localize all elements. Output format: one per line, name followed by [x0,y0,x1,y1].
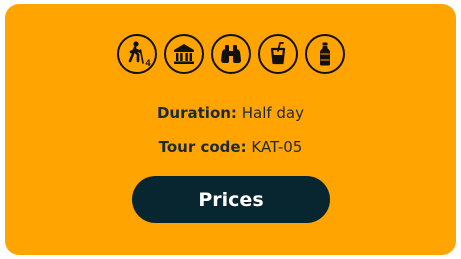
duration-value: Half day [241,104,304,122]
water-bottle-icon [304,34,345,74]
binoculars-icon [210,34,251,74]
walking-level-badge: 4 [145,58,151,68]
duration-row: Duration: Half day [5,104,456,122]
tour-code-value: KAT-05 [251,138,303,156]
prices-button[interactable]: Prices [132,176,330,223]
duration-label: Duration: [156,104,237,122]
tour-code-row: Tour code: KAT-05 [5,138,456,156]
tour-card: 4 Duration: Half day Tour code: KAT-05 P… [5,4,456,255]
drink-cup-icon [257,34,298,74]
museum-icon [163,34,204,74]
tour-code-label: Tour code: [158,138,247,156]
walking-person-icon: 4 [116,34,157,74]
feature-icons: 4 [5,34,456,74]
